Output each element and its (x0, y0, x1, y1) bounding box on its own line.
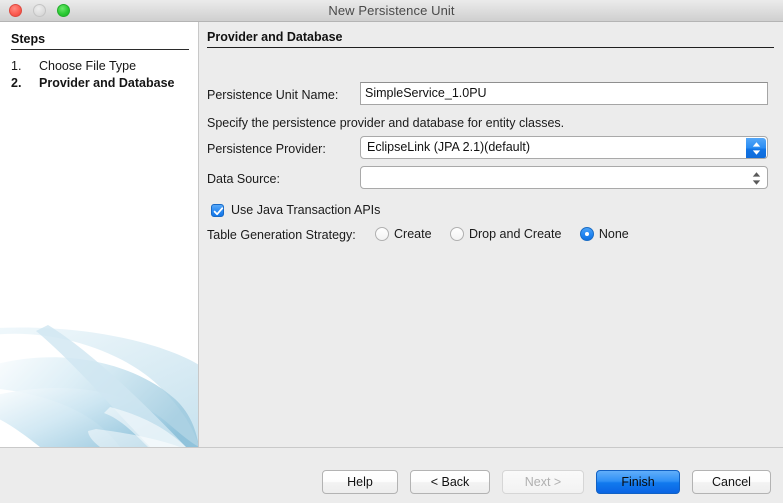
radio-create[interactable]: Create (375, 225, 432, 243)
persistence-provider-select[interactable]: EclipseLink (JPA 2.1)(default) (360, 136, 768, 159)
radio-indicator (579, 227, 594, 241)
step-label: Provider and Database (39, 76, 175, 90)
use-jta-checkbox[interactable] (211, 204, 224, 217)
radio-indicator (449, 227, 464, 241)
swoosh-graphic (0, 307, 198, 447)
persistence-provider-value: EclipseLink (JPA 2.1)(default) (367, 140, 531, 154)
steps-list: 1. Choose File Type 2. Provider and Data… (11, 58, 191, 92)
dialog-footer: Help < Back Next > Finish Cancel (0, 447, 783, 503)
step-number: 1. (11, 59, 22, 73)
radio-none[interactable]: None (579, 225, 629, 243)
persistence-provider-label: Persistence Provider: (207, 142, 326, 156)
table-generation-strategy-label: Table Generation Strategy: (207, 228, 356, 242)
chevron-up-icon (752, 172, 761, 177)
chevron-up-icon (752, 142, 761, 147)
data-source-label: Data Source: (207, 172, 280, 186)
radio-label: Create (394, 227, 432, 241)
use-jta-label: Use Java Transaction APIs (231, 203, 381, 217)
step-item-choose-file-type: 1. Choose File Type (11, 58, 191, 75)
radio-indicator (375, 227, 389, 241)
panel-description: Specify the persistence provider and dat… (207, 116, 565, 130)
table-generation-strategy-radio-group: Create Drop and Create None (375, 225, 643, 243)
finish-button[interactable]: Finish (596, 470, 680, 494)
radio-label: Drop and Create (468, 227, 562, 241)
radio-label: None (598, 227, 629, 241)
chevron-down-icon (752, 180, 761, 185)
chevron-down-icon (752, 150, 761, 155)
page-title: Provider and Database (207, 30, 774, 48)
dialog-window: New Persistence Unit Steps 1. Choose Fil… (0, 0, 783, 503)
step-item-provider-and-database: 2. Provider and Database (11, 75, 191, 92)
chevron-updown-icon[interactable] (746, 168, 766, 188)
step-label: Choose File Type (39, 59, 137, 73)
radio-drop-and-create[interactable]: Drop and Create (449, 225, 562, 243)
title-bar: New Persistence Unit (0, 0, 783, 22)
back-button[interactable]: < Back (410, 470, 490, 494)
cancel-button[interactable]: Cancel (692, 470, 771, 494)
steps-panel: Steps 1. Choose File Type 2. Provider an… (0, 22, 199, 447)
provider-and-database-panel: Provider and Database Persistence Unit N… (199, 22, 783, 447)
step-number: 2. (11, 76, 22, 90)
data-source-select[interactable] (360, 166, 768, 189)
persistence-unit-name-input[interactable]: SimpleService_1.0PU (360, 82, 768, 105)
persistence-unit-name-label: Persistence Unit Name: (207, 88, 339, 102)
window-title: New Persistence Unit (328, 3, 455, 18)
help-button[interactable]: Help (322, 470, 398, 494)
next-button: Next > (502, 470, 584, 494)
chevron-updown-icon[interactable] (746, 138, 766, 158)
steps-heading: Steps (11, 32, 189, 50)
